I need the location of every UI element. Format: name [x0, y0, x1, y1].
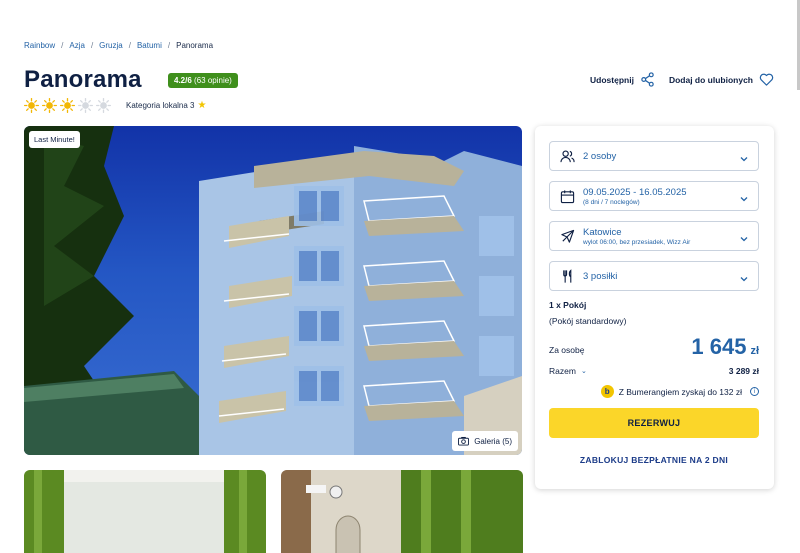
chevron-down-icon [739, 231, 749, 242]
local-category: Kategoria lokalna 3 ★ [126, 100, 206, 111]
sun-filled-icon [60, 98, 75, 113]
persons-value: 2 osoby [583, 150, 617, 162]
room-type: (Pokój standardowy) [549, 316, 627, 326]
chevron-down-icon [739, 191, 749, 202]
room-photo-image [24, 470, 266, 553]
gallery-button[interactable]: Galeria (5) [452, 431, 518, 451]
meals-value: 3 posiłki [583, 270, 618, 282]
last-minute-badge: Last Minute! [29, 131, 80, 148]
favorite-button[interactable]: Dodaj do ulubionych [669, 72, 774, 87]
chevron-down-icon [739, 151, 749, 162]
breadcrumb-link-gruzja[interactable]: Gruzja [99, 41, 123, 50]
camera-icon [458, 436, 470, 446]
gallery-thumbnail[interactable] [24, 470, 266, 553]
dates-value: 09.05.2025 - 16.05.2025 [583, 186, 687, 198]
breadcrumb: Rainbow / Azja / Gruzja / Batumi / Panor… [24, 41, 213, 50]
calendar-icon [560, 189, 575, 204]
share-button[interactable]: Udostępnij [590, 72, 655, 87]
hotel-main-photo[interactable]: Last Minute! Galeria (5) [24, 126, 522, 455]
page-title: Panorama [24, 66, 142, 93]
meals-select[interactable]: 3 posiłki [549, 261, 759, 291]
sun-filled-icon [42, 98, 57, 113]
breadcrumb-separator: / [167, 41, 171, 50]
sun-empty-icon [78, 98, 93, 113]
total-price: 3 289 zł [728, 366, 759, 376]
breadcrumb-link-batumi[interactable]: Batumi [137, 41, 162, 50]
cutlery-icon [560, 268, 575, 284]
price-value: 1 645 [691, 334, 747, 359]
rating-badge[interactable]: 4.2/6 (63 opinie) [168, 73, 238, 88]
share-label: Udostępnij [590, 74, 634, 85]
book-button[interactable]: REZERWUJ [549, 408, 759, 438]
star-icon: ★ [197, 100, 207, 111]
breadcrumb-separator: / [61, 41, 64, 50]
breadcrumb-link-rainbow[interactable]: Rainbow [24, 41, 55, 50]
persons-icon [560, 149, 575, 164]
breadcrumb-current: Panorama [176, 41, 214, 50]
share-icon [641, 72, 654, 87]
sun-rating [24, 98, 111, 113]
room-count: 1 x Pokój [549, 300, 587, 310]
total-toggle[interactable]: Razem ⌄ [549, 366, 587, 376]
chevron-down-icon [739, 271, 749, 282]
departure-select[interactable]: Katowice wylot 06:00, bez przesiadek, Wi… [549, 221, 759, 251]
hotel-actions: Udostępnij Dodaj do ulubionych [590, 72, 774, 87]
breadcrumb-link-azja[interactable]: Azja [69, 41, 85, 50]
gallery-label: Galeria (5) [474, 436, 512, 446]
gallery-thumbnail[interactable] [281, 470, 523, 553]
local-category-label: Kategoria lokalna 3 [126, 101, 195, 110]
bumerang-text: Z Bumerangiem zyskaj do 132 zł [618, 386, 742, 397]
booking-panel: 2 osoby 09.05.2025 - 16.05.2025 (8 dni /… [535, 126, 774, 489]
departure-city: Katowice [583, 226, 622, 238]
info-icon[interactable]: i [750, 387, 759, 396]
price-per-person: 1 645 zł [691, 334, 759, 360]
breadcrumb-separator: / [90, 41, 94, 50]
favorite-label: Dodaj do ulubionych [668, 74, 753, 85]
persons-select[interactable]: 2 osoby [549, 141, 759, 171]
dates-select[interactable]: 09.05.2025 - 16.05.2025 (8 dni / 7 nocle… [549, 181, 759, 211]
lock-free-button[interactable]: ZABLOKUJ BEZPŁATNIE NA 2 DNI [549, 450, 759, 470]
hotel-building-image [24, 126, 522, 455]
bumerang-info: b Z Bumerangiem zyskaj do 132 zł i [600, 385, 759, 398]
price-currency: zł [750, 345, 759, 357]
sun-filled-icon [24, 98, 39, 113]
plane-icon [560, 229, 575, 244]
room-photo-image [281, 470, 523, 553]
bumerang-logo-icon: b [600, 385, 614, 398]
dates-nights: (8 dni / 7 noclegów) [583, 198, 640, 206]
sun-empty-icon [96, 98, 111, 113]
chevron-down-icon: ⌄ [580, 368, 587, 375]
departure-details: wylot 06:00, bez przesiadek, Wizz Air [583, 238, 691, 246]
heart-icon [759, 73, 774, 86]
breadcrumb-separator: / [128, 41, 131, 50]
per-person-label: Za osobę [549, 345, 585, 355]
rating-reviews: (63 opinie) [194, 76, 232, 85]
total-label: Razem [549, 366, 576, 376]
rating-value: 4.2/6 [174, 76, 192, 85]
